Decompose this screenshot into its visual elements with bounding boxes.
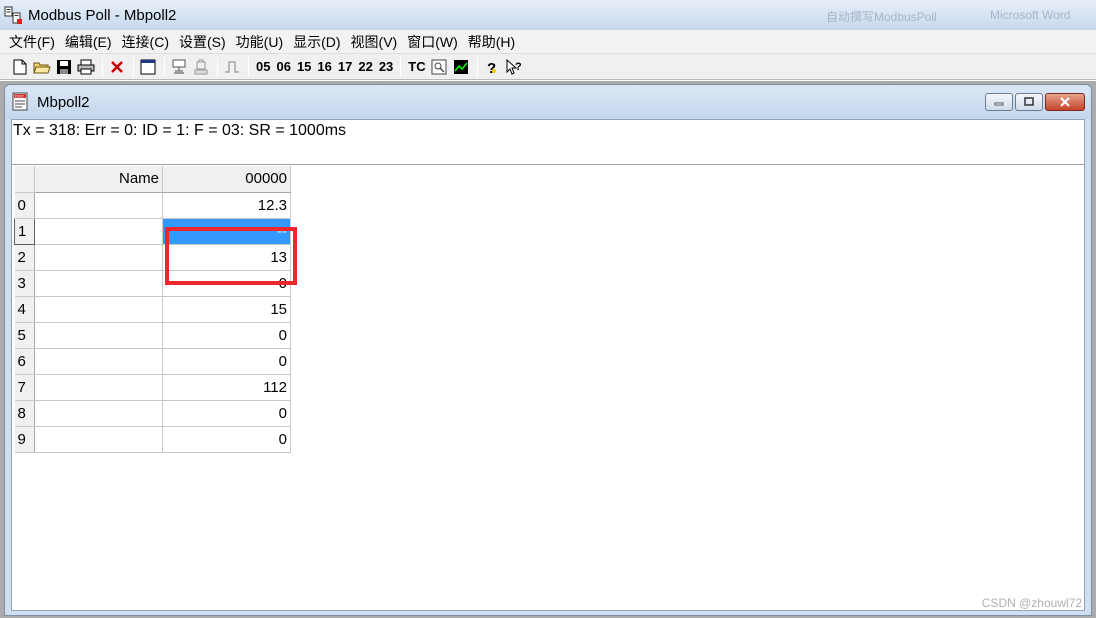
monitor-icon[interactable] xyxy=(429,57,449,77)
child-window-title: Mbpoll2 xyxy=(37,93,90,111)
table-row: 8 0 xyxy=(14,400,291,427)
table-row: 4 15 xyxy=(14,296,291,323)
svg-text:DOC: DOC xyxy=(15,94,24,99)
grid-corner xyxy=(14,166,35,193)
restore-button[interactable] xyxy=(1015,93,1043,111)
menu-help[interactable]: 帮助(H) xyxy=(463,31,520,53)
background-task-text: 自动撰写ModbusPoll xyxy=(826,10,937,24)
table-row: 9 0 xyxy=(14,426,291,453)
name-cell[interactable] xyxy=(34,270,163,297)
print-icon[interactable] xyxy=(76,57,96,77)
row-index[interactable]: 2 xyxy=(14,244,35,271)
new-file-icon[interactable] xyxy=(10,57,30,77)
row-index[interactable]: 7 xyxy=(14,374,35,401)
row-index[interactable]: 4 xyxy=(14,296,35,323)
name-column-header[interactable]: Name xyxy=(34,166,163,193)
row-index[interactable]: 1 xyxy=(14,217,35,245)
menu-setup[interactable]: 设置(S) xyxy=(174,31,231,53)
toolbar-separator xyxy=(248,56,249,77)
tc-button[interactable]: TC xyxy=(405,57,428,77)
function-15-button[interactable]: 15 xyxy=(294,57,314,77)
name-cell[interactable] xyxy=(34,244,163,271)
value-cell[interactable]: 0 xyxy=(162,426,291,453)
row-index[interactable]: 8 xyxy=(14,400,35,427)
value-cell[interactable]: 112 xyxy=(162,374,291,401)
modbus-poll-app-icon[interactable] xyxy=(4,5,24,25)
open-folder-icon[interactable] xyxy=(32,57,52,77)
value-cell[interactable]: 12.3 xyxy=(162,192,291,219)
menu-view[interactable]: 视图(V) xyxy=(346,31,403,53)
disconnect-icon[interactable] xyxy=(191,57,211,77)
delete-icon[interactable] xyxy=(107,57,127,77)
data-grid: Name 00000 0 12.3 1 -- 2 13 3 0 4 15 5 0… xyxy=(14,166,291,453)
menu-file[interactable]: 文件(F) xyxy=(4,31,60,53)
toolbar-separator xyxy=(102,56,103,77)
function-17-button[interactable]: 17 xyxy=(335,57,355,77)
annotation-highlight-box xyxy=(165,227,297,285)
name-cell[interactable] xyxy=(34,218,163,245)
value-cell[interactable]: 0 xyxy=(162,348,291,375)
toolbar: 05 06 15 16 17 22 23 TC ? ? xyxy=(0,54,1096,80)
menu-display[interactable]: 显示(D) xyxy=(288,31,345,53)
value-cell[interactable]: 0 xyxy=(162,400,291,427)
value-cell[interactable]: 0 xyxy=(162,322,291,349)
toolbar-separator xyxy=(476,56,478,77)
function-22-button[interactable]: 22 xyxy=(355,57,375,77)
chart-icon[interactable] xyxy=(451,57,471,77)
value-cell[interactable]: 15 xyxy=(162,296,291,323)
function-23-button[interactable]: 23 xyxy=(376,57,396,77)
connect-icon[interactable] xyxy=(169,57,189,77)
toolbar-separator xyxy=(400,56,402,77)
toolbar-separator xyxy=(164,56,165,77)
window-icon[interactable] xyxy=(138,57,158,77)
child-title-bar[interactable]: DOC Mbpoll2 xyxy=(5,85,1091,119)
menu-connection[interactable]: 连接(C) xyxy=(117,31,174,53)
app-title-bar: Modbus Poll - Mbpoll2 自动撰写ModbusPoll Mic… xyxy=(0,0,1096,30)
watermark: CSDN @zhouwl72 xyxy=(981,596,1082,610)
name-cell[interactable] xyxy=(34,400,163,427)
status-line: Tx = 318: Err = 0: ID = 1: F = 03: SR = … xyxy=(13,122,347,139)
function-06-button[interactable]: 06 xyxy=(273,57,293,77)
toolbar-separator xyxy=(217,56,218,77)
background-task-text: Microsoft Word xyxy=(990,8,1071,22)
window-controls xyxy=(983,93,1085,111)
document-icon[interactable]: DOC xyxy=(11,92,31,112)
name-cell[interactable] xyxy=(34,348,163,375)
minimize-button[interactable] xyxy=(985,93,1013,111)
function-16-button[interactable]: 16 xyxy=(314,57,334,77)
name-cell[interactable] xyxy=(34,426,163,453)
context-help-icon[interactable]: ? xyxy=(504,57,524,77)
pulse-icon[interactable] xyxy=(222,57,242,77)
close-button[interactable] xyxy=(1045,93,1085,111)
child-client-area: Tx = 318: Err = 0: ID = 1: F = 03: SR = … xyxy=(11,119,1085,611)
menu-edit[interactable]: 编辑(E) xyxy=(60,31,117,53)
row-index[interactable]: 6 xyxy=(14,348,35,375)
help-icon[interactable]: ? xyxy=(482,57,502,77)
function-05-button[interactable]: 05 xyxy=(253,57,273,77)
name-cell[interactable] xyxy=(34,192,163,219)
menu-functions[interactable]: 功能(U) xyxy=(231,31,288,53)
app-title: Modbus Poll - Mbpoll2 xyxy=(28,6,177,24)
value-column-header[interactable]: 00000 xyxy=(162,166,291,193)
menu-window[interactable]: 窗口(W) xyxy=(402,31,463,53)
toolbar-separator xyxy=(133,56,134,77)
table-row: 7 112 xyxy=(14,374,291,401)
name-cell[interactable] xyxy=(34,322,163,349)
row-index[interactable]: 3 xyxy=(14,270,35,297)
row-index[interactable]: 9 xyxy=(14,426,35,453)
row-index[interactable]: 0 xyxy=(14,192,35,219)
table-row: 5 0 xyxy=(14,322,291,349)
name-cell[interactable] xyxy=(34,374,163,401)
svg-text:?: ? xyxy=(515,61,522,73)
child-window: DOC Mbpoll2 Tx = 318: Err = 0: ID = 1: F… xyxy=(4,84,1092,616)
row-index[interactable]: 5 xyxy=(14,322,35,349)
name-cell[interactable] xyxy=(34,296,163,323)
table-row: 0 12.3 xyxy=(14,192,291,219)
save-icon[interactable] xyxy=(54,57,74,77)
table-row: 6 0 xyxy=(14,348,291,375)
menu-bar: 文件(F) 编辑(E) 连接(C) 设置(S) 功能(U) 显示(D) 视图(V… xyxy=(0,30,1096,54)
